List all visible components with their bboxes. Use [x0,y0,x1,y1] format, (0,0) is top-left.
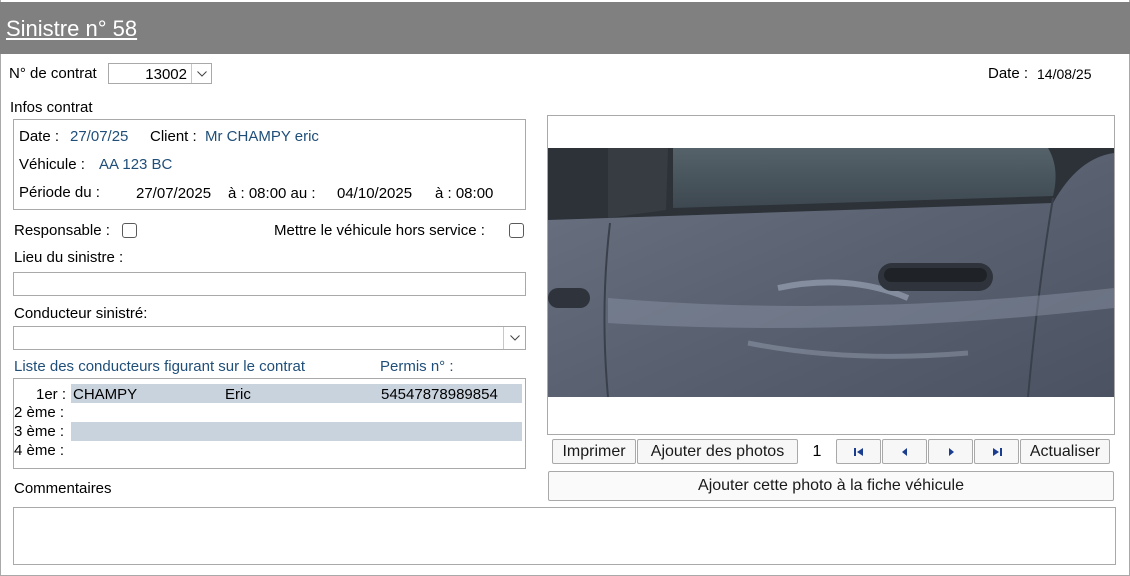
driver-rank: 4 ème : [14,442,65,459]
prev-page-button[interactable] [882,439,927,464]
infos-heading: Infos contrat [10,99,93,116]
table-row-highlight [71,422,522,441]
last-page-button[interactable] [974,439,1019,464]
print-button[interactable]: Imprimer [552,439,636,464]
infos-period-time-start: à : 08:00 au : [228,185,316,202]
conducteur-label: Conducteur sinistré: [14,305,148,322]
infos-client-value: Mr CHAMPY eric [205,128,319,145]
infos-vehicle-label: Véhicule : [19,156,85,173]
chevron-down-icon[interactable] [503,327,525,349]
next-icon [948,447,954,456]
infos-client-label: Client : [150,128,197,145]
contract-label: N° de contrat [9,65,97,82]
date-value: 14/08/25 [1037,66,1092,82]
page-number: 1 [812,442,822,460]
responsable-checkbox[interactable] [122,223,137,238]
conducteur-select[interactable] [13,326,526,350]
first-page-icon [853,447,863,456]
driver-permis[interactable]: 54547878989854 [381,386,498,403]
hors-service-checkbox[interactable] [509,223,524,238]
driver-first-name[interactable]: Eric [225,386,251,403]
driver-rank: 3 ème : [14,423,65,440]
infos-period-time-end: à : 08:00 [435,185,494,202]
next-page-button[interactable] [928,439,973,464]
hors-service-label: Mettre le véhicule hors service : [274,222,485,239]
chevron-down-icon[interactable] [191,64,211,83]
permis-label: Permis n° : [380,358,454,375]
add-photo-to-vehicle-button[interactable]: Ajouter cette photo à la fiche véhicule [548,471,1114,501]
driver-rank: 1er : [36,386,67,403]
title-bar: Sinistre n° 58 [0,2,1130,54]
infos-period-label: Période du : [19,184,100,201]
prev-icon [901,447,907,456]
infos-period-end: 04/10/2025 [337,185,413,202]
infos-period-start: 27/07/2025 [136,185,212,202]
commentaires-textarea[interactable] [13,507,1116,565]
drivers-list-label: Liste des conducteurs figurant sur le co… [14,358,305,375]
lieu-label: Lieu du sinistre : [14,249,124,266]
driver-last-name[interactable]: CHAMPY [73,386,137,403]
contract-select[interactable]: 13002 [108,63,212,84]
first-page-button[interactable] [836,439,881,464]
infos-date-label: Date : [19,128,60,145]
date-label: Date : [988,65,1029,82]
add-photos-button[interactable]: Ajouter des photos [637,439,798,464]
infos-vehicle-value: AA 123 BC [99,156,173,173]
driver-rank: 2 ème : [14,404,65,421]
responsable-label: Responsable : [14,222,110,239]
last-page-icon [992,447,1002,456]
page-title: Sinistre n° 58 [6,16,138,41]
infos-date-value: 27/07/25 [70,128,129,145]
vehicle-photo[interactable] [548,148,1114,397]
refresh-button[interactable]: Actualiser [1020,439,1110,464]
commentaires-label: Commentaires [14,480,112,497]
lieu-input[interactable] [13,272,526,296]
contract-value: 13002 [145,66,187,83]
